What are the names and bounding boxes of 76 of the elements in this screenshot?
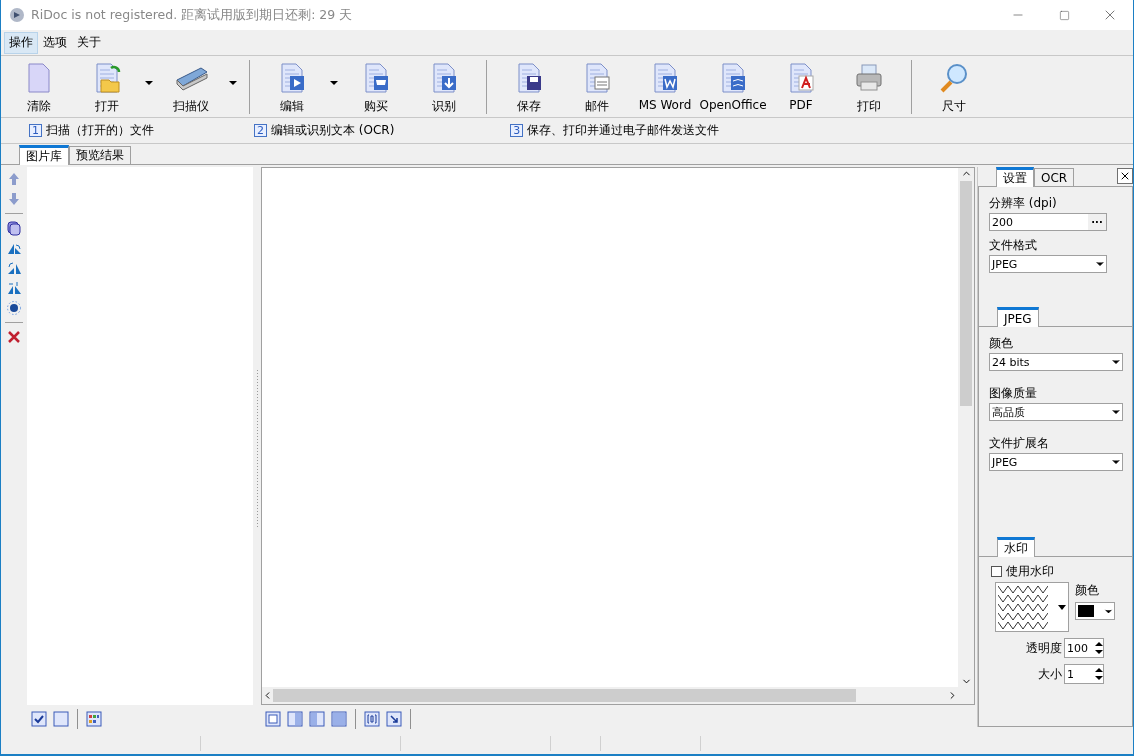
- toolbar-button[interactable]: 邮件: [563, 58, 631, 117]
- zigzag-pattern-icon: [998, 585, 1048, 629]
- checkbox[interactable]: [991, 566, 1002, 577]
- down-arrow-icon[interactable]: [6, 191, 22, 207]
- field-label: 颜色: [989, 335, 1014, 352]
- splitter-handle[interactable]: [255, 369, 259, 529]
- step-text: 编辑或识别文本 (OCR): [271, 122, 395, 139]
- maximize-icon: [1058, 9, 1070, 21]
- window-title: RiDoc is not registered. 距离试用版到期日还剩: 29 天: [31, 6, 354, 24]
- dropdown[interactable]: JPEG: [989, 453, 1123, 471]
- rotate-right-icon[interactable]: [6, 260, 22, 276]
- color-picker[interactable]: [1075, 602, 1115, 620]
- caret-icon: [330, 80, 338, 85]
- step-number: 2: [254, 124, 267, 137]
- section-tab[interactable]: JPEG: [997, 307, 1039, 327]
- input-field[interactable]: 200 ···: [989, 213, 1107, 231]
- view-tab[interactable]: 图片库: [19, 145, 69, 165]
- fit-width-icon[interactable]: [364, 711, 380, 727]
- caret-icon: [145, 80, 153, 85]
- step-text: 扫描（打开的）文件: [46, 122, 154, 139]
- magnifier-icon: [938, 62, 970, 94]
- close-icon[interactable]: [1117, 168, 1133, 184]
- spinner-arrows-icon[interactable]: [1095, 667, 1103, 681]
- step-text: 保存、打印并通过电子邮件发送文件: [527, 122, 720, 139]
- toolbar-button[interactable]: 识别: [410, 58, 478, 117]
- field-label: 大小: [1038, 665, 1062, 683]
- step-number: 1: [29, 124, 42, 137]
- spinner-arrows-icon[interactable]: [1095, 641, 1103, 655]
- browse-button[interactable]: ···: [1088, 214, 1106, 230]
- toolbar-button[interactable]: 保存: [495, 58, 563, 117]
- toolbar-button[interactable]: 尺寸: [920, 58, 988, 117]
- field-label: 颜色: [1075, 582, 1100, 599]
- printer-icon: [853, 62, 885, 94]
- menu-item[interactable]: 选项: [38, 31, 72, 54]
- caret-icon: [1058, 604, 1066, 610]
- toolbar-button[interactable]: MS Word: [631, 58, 699, 117]
- fit-page-icon[interactable]: [386, 711, 402, 727]
- step-number: 3: [510, 124, 524, 137]
- single-page-icon[interactable]: [265, 711, 281, 727]
- pattern-dropdown[interactable]: [995, 582, 1069, 632]
- field-label: 图像质量: [989, 385, 1038, 402]
- dropdown[interactable]: 24 bits: [989, 353, 1123, 371]
- check-all-icon[interactable]: [31, 711, 47, 727]
- toolbar-button[interactable]: 编辑: [258, 58, 342, 117]
- pages-icon[interactable]: [6, 220, 22, 236]
- app-icon: [9, 7, 25, 23]
- dropdown[interactable]: 高品质: [989, 403, 1123, 421]
- field-label: 文件扩展名: [989, 435, 1050, 452]
- caret-icon: [229, 80, 237, 85]
- checkbox-label: 使用水印: [1006, 563, 1054, 580]
- dropdown[interactable]: JPEG: [989, 255, 1107, 273]
- toolbar-button[interactable]: 打开: [73, 58, 157, 117]
- view-tab[interactable]: 预览结果: [69, 146, 131, 164]
- uncheck-all-icon[interactable]: [53, 711, 69, 727]
- toolbar-button[interactable]: 清除: [5, 58, 73, 117]
- toolbar-button[interactable]: 购买: [342, 58, 410, 117]
- field-label: 分辨率 (dpi): [989, 195, 1058, 212]
- horizontal-scrollbar[interactable]: [262, 687, 958, 704]
- menu-item[interactable]: 操作: [4, 31, 38, 54]
- grid-view-icon[interactable]: [86, 711, 102, 727]
- menu-item[interactable]: 关于: [72, 31, 106, 54]
- panel-tab[interactable]: OCR: [1034, 168, 1075, 186]
- spin-field[interactable]: 1: [1064, 664, 1104, 684]
- toolbar-button[interactable]: PDF: [767, 58, 835, 117]
- brightness-icon[interactable]: [6, 300, 22, 316]
- flip-icon[interactable]: [6, 280, 22, 296]
- spin-field[interactable]: 100: [1064, 638, 1104, 658]
- panel-tab[interactable]: 设置: [996, 167, 1034, 187]
- field-label: 透明度: [1026, 639, 1062, 657]
- delete-icon[interactable]: [6, 329, 22, 345]
- toolbar-button[interactable]: 打印: [835, 58, 903, 117]
- toolbar-button[interactable]: 扫描仪: [157, 58, 241, 117]
- up-arrow-icon[interactable]: [6, 171, 22, 187]
- section-tab[interactable]: 水印: [997, 537, 1035, 557]
- field-label: 文件格式: [989, 237, 1038, 254]
- toolbar-button[interactable]: OpenOffice: [699, 58, 767, 117]
